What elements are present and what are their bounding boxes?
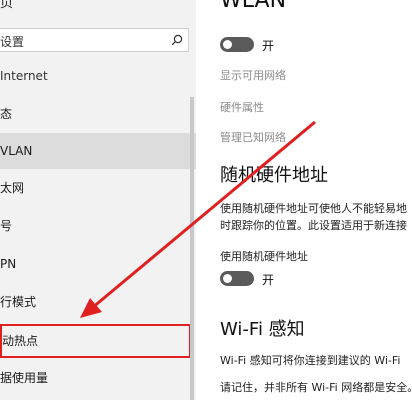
wlan-toggle-state: 开 (262, 39, 275, 53)
sidebar-item-airplane-mode[interactable]: 行模式 (0, 284, 196, 320)
random-hardware-address-heading: 随机硬件地址 (220, 165, 328, 186)
sidebar-item-wlan[interactable]: VLAN (0, 133, 196, 169)
toggle-knob (223, 40, 232, 49)
random-mac-toggle-state: 开 (262, 273, 275, 287)
wifi-sense-description-line1: Wi-Fi 感知可将你连接到建议的 Wi-Fi (220, 354, 401, 367)
manage-known-networks-link[interactable]: 管理已知网络 (220, 129, 286, 145)
sidebar-item-status[interactable]: 态 (0, 96, 196, 132)
search-icon[interactable] (171, 34, 183, 46)
hardware-properties-link[interactable]: 硬件属性 (220, 99, 264, 115)
section-title: Internet (0, 69, 48, 83)
sidebar-scrollbar[interactable] (190, 97, 194, 400)
wlan-settings-panel: WLAN 开 显示可用网络 硬件属性 管理已知网络 随机硬件地址 使用随机硬件地… (196, 0, 412, 400)
search-input[interactable]: 设置 (0, 28, 189, 52)
sidebar-item-vpn[interactable]: PN (0, 246, 196, 282)
sidebar-item-mobile-hotspot[interactable]: 动热点 (0, 324, 191, 358)
settings-sidebar: 页 设置 Internet 态 VLAN 太网 号 PN 行模式 动热点 据使用… (0, 0, 196, 400)
random-mac-setting-label: 使用随机硬件地址 (220, 250, 308, 263)
sidebar-item-dialup[interactable]: 号 (0, 208, 196, 244)
sidebar-item-data-usage[interactable]: 据使用量 (0, 360, 196, 396)
toggle-knob (223, 274, 232, 283)
sidebar-item-ethernet[interactable]: 太网 (0, 170, 196, 206)
random-mac-description-line2: 时跟踪你的位置。此设置适用于新连接 (220, 219, 407, 232)
random-mac-description-line1: 使用随机硬件地址可使他人不能轻易地 (220, 202, 407, 215)
page-title: WLAN (220, 0, 287, 13)
wifi-sense-description-line2: 请记住，并非所有 Wi-Fi 网络都是安全。 (220, 381, 412, 394)
wlan-toggle[interactable] (220, 37, 254, 52)
show-available-networks-link[interactable]: 显示可用网络 (220, 67, 286, 83)
random-mac-toggle[interactable] (220, 271, 254, 286)
nav-home-item[interactable]: 页 (0, 0, 13, 11)
search-placeholder: 设置 (0, 35, 25, 49)
wifi-sense-heading: Wi-Fi 感知 (220, 319, 305, 340)
